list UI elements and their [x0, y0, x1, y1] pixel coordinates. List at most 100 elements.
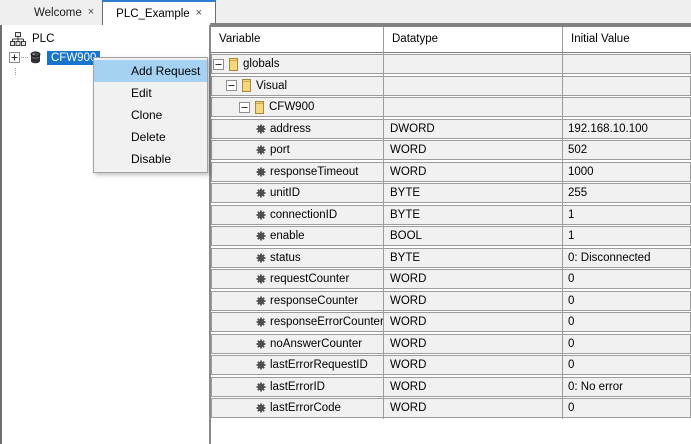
cell-initial-value[interactable]: [563, 77, 690, 95]
menu-item-add-request[interactable]: Add Request: [94, 60, 207, 82]
cell-datatype[interactable]: BYTE: [384, 249, 563, 267]
close-icon[interactable]: ×: [88, 7, 94, 18]
menu-item-edit[interactable]: Edit: [94, 82, 207, 104]
cell-text: 1: [568, 230, 574, 242]
column-header-datatype[interactable]: Datatype: [384, 27, 563, 52]
tree-connector-line: [15, 68, 16, 75]
gear-bullet-icon: [256, 403, 266, 413]
cell-variable[interactable]: CFW900: [212, 98, 384, 116]
close-icon[interactable]: ×: [196, 8, 202, 19]
cell-initial-value[interactable]: 0: [563, 335, 690, 353]
collapse-minus-icon[interactable]: [213, 59, 224, 70]
cell-variable[interactable]: responseCounter: [212, 292, 384, 310]
cell-datatype[interactable]: BOOL: [384, 227, 563, 245]
collapse-minus-icon[interactable]: [239, 102, 250, 113]
table-row[interactable]: lastErrorRequestID WORD 0: [211, 355, 691, 375]
cell-datatype[interactable]: WORD: [384, 163, 563, 181]
cell-datatype[interactable]: BYTE: [384, 184, 563, 202]
cell-text: 255: [568, 187, 587, 199]
tab-plc-example[interactable]: PLC_Example ×: [102, 0, 216, 25]
table-row[interactable]: noAnswerCounterWORD0: [211, 334, 691, 354]
cell-initial-value[interactable]: 0: [563, 356, 690, 374]
table-row[interactable]: address DWORD 192.168.10.100: [211, 119, 691, 139]
menu-item-delete[interactable]: Delete: [94, 126, 207, 148]
cell-initial-value[interactable]: 0: No error: [563, 378, 690, 396]
cell-initial-value[interactable]: 502: [563, 141, 690, 159]
cell-initial-value[interactable]: 1: [563, 227, 690, 245]
table-row[interactable]: Visual: [211, 76, 691, 96]
variable-table: Variable Datatype Initial Value globals V…: [210, 23, 691, 444]
table-row[interactable]: responseCounterWORD0: [211, 291, 691, 311]
cell-initial-value[interactable]: 192.168.10.100: [563, 120, 690, 138]
table-row[interactable]: enableBOOL 1: [211, 226, 691, 246]
cell-initial-value[interactable]: 0: [563, 399, 690, 417]
cell-datatype[interactable]: WORD: [384, 270, 563, 288]
cell-datatype[interactable]: WORD: [384, 292, 563, 310]
cell-text: DWORD: [390, 123, 435, 135]
cell-datatype[interactable]: WORD: [384, 356, 563, 374]
table-row[interactable]: port WORD502: [211, 140, 691, 160]
variable-name: lastErrorRequestID: [270, 359, 368, 371]
cell-variable[interactable]: lastErrorRequestID: [212, 356, 384, 374]
cell-datatype[interactable]: WORD: [384, 141, 563, 159]
cell-initial-value[interactable]: 0: [563, 270, 690, 288]
cell-variable[interactable]: responseTimeout: [212, 163, 384, 181]
variable-name: requestCounter: [270, 273, 349, 285]
table-row[interactable]: globals: [211, 54, 691, 74]
cell-text: 0: [568, 359, 574, 371]
cell-initial-value[interactable]: 1000: [563, 163, 690, 181]
cell-datatype[interactable]: [384, 98, 563, 116]
cell-variable[interactable]: lastErrorCode: [212, 399, 384, 417]
cell-initial-value[interactable]: [563, 55, 690, 73]
table-row[interactable]: connectionIDBYTE1: [211, 205, 691, 225]
cell-datatype[interactable]: WORD: [384, 335, 563, 353]
tab-label: PLC_Example: [116, 8, 190, 20]
cell-variable[interactable]: port: [212, 141, 384, 159]
cell-datatype[interactable]: BYTE: [384, 206, 563, 224]
table-row[interactable]: lastErrorCodeWORD0: [211, 398, 691, 418]
cell-variable[interactable]: unitID: [212, 184, 384, 202]
expand-plus-icon[interactable]: [9, 52, 20, 63]
cell-variable[interactable]: requestCounter: [212, 270, 384, 288]
table-row[interactable]: unitIDBYTE 255: [211, 183, 691, 203]
cell-variable[interactable]: Visual: [212, 77, 384, 95]
cell-initial-value[interactable]: 255: [563, 184, 690, 202]
cell-datatype[interactable]: [384, 77, 563, 95]
cell-datatype[interactable]: [384, 55, 563, 73]
cell-datatype[interactable]: DWORD: [384, 120, 563, 138]
variable-name: port: [270, 144, 290, 156]
cell-initial-value[interactable]: 0: Disconnected: [563, 249, 690, 267]
cell-datatype[interactable]: WORD: [384, 313, 563, 331]
cell-variable[interactable]: address: [212, 120, 384, 138]
tree-connector-line: [21, 57, 28, 58]
tab-welcome[interactable]: Welcome ×: [26, 0, 102, 25]
table-row[interactable]: requestCounter WORD0: [211, 269, 691, 289]
collapse-minus-icon[interactable]: [226, 80, 237, 91]
table-row[interactable]: responseErrorCounterWORD0: [211, 312, 691, 332]
table-row[interactable]: responseTimeout WORD 1000: [211, 162, 691, 182]
cell-initial-value[interactable]: 0: [563, 292, 690, 310]
cell-variable[interactable]: globals: [212, 55, 384, 73]
gear-bullet-icon: [256, 382, 266, 392]
tab-label: Welcome: [34, 7, 82, 19]
cell-variable[interactable]: lastErrorID: [212, 378, 384, 396]
tree-node-plc[interactable]: PLC: [10, 31, 209, 47]
table-row[interactable]: CFW900: [211, 97, 691, 117]
table-row[interactable]: lastErrorIDWORD0: No error: [211, 377, 691, 397]
menu-item-clone[interactable]: Clone: [94, 104, 207, 126]
cell-text: WORD: [390, 166, 426, 178]
cell-variable[interactable]: status: [212, 249, 384, 267]
cell-datatype[interactable]: WORD: [384, 378, 563, 396]
cell-initial-value[interactable]: [563, 98, 690, 116]
cell-initial-value[interactable]: 1: [563, 206, 690, 224]
table-row[interactable]: statusBYTE0: Disconnected: [211, 248, 691, 268]
cell-variable[interactable]: connectionID: [212, 206, 384, 224]
cell-variable[interactable]: enable: [212, 227, 384, 245]
cell-variable[interactable]: noAnswerCounter: [212, 335, 384, 353]
column-header-variable[interactable]: Variable: [211, 27, 384, 52]
column-header-initial-value[interactable]: Initial Value: [563, 27, 691, 52]
cell-variable[interactable]: responseErrorCounter: [212, 313, 384, 331]
cell-datatype[interactable]: WORD: [384, 399, 563, 417]
cell-initial-value[interactable]: 0: [563, 313, 690, 331]
menu-item-disable[interactable]: Disable: [94, 148, 207, 170]
